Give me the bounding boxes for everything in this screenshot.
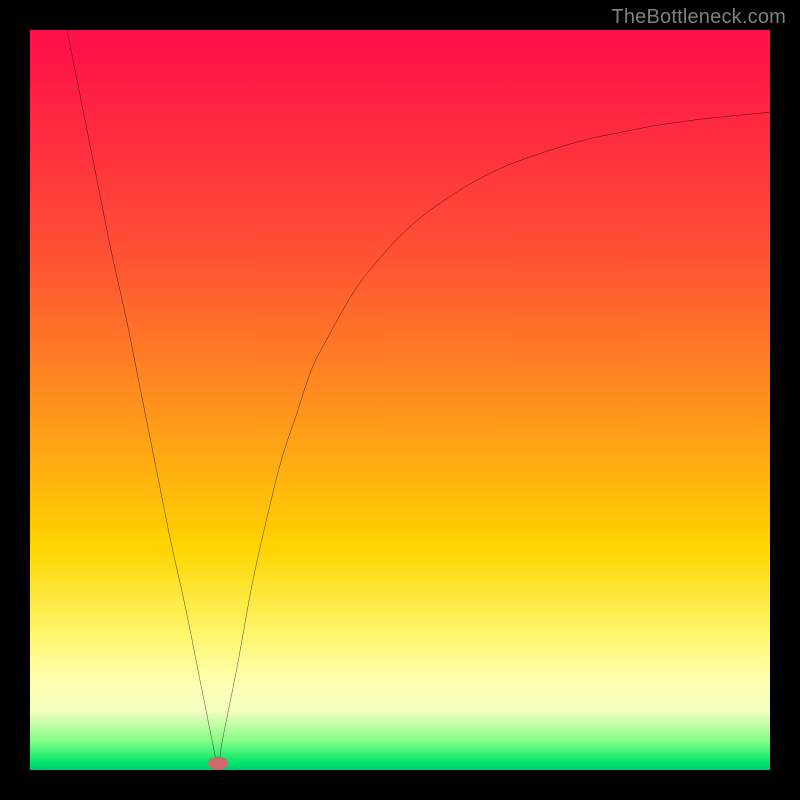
bottleneck-curve <box>67 30 770 770</box>
curve-layer <box>30 30 770 770</box>
chart-frame: TheBottleneck.com <box>0 0 800 800</box>
minimum-marker <box>208 756 228 769</box>
plot-area <box>30 30 770 770</box>
watermark-text: TheBottleneck.com <box>611 6 786 29</box>
